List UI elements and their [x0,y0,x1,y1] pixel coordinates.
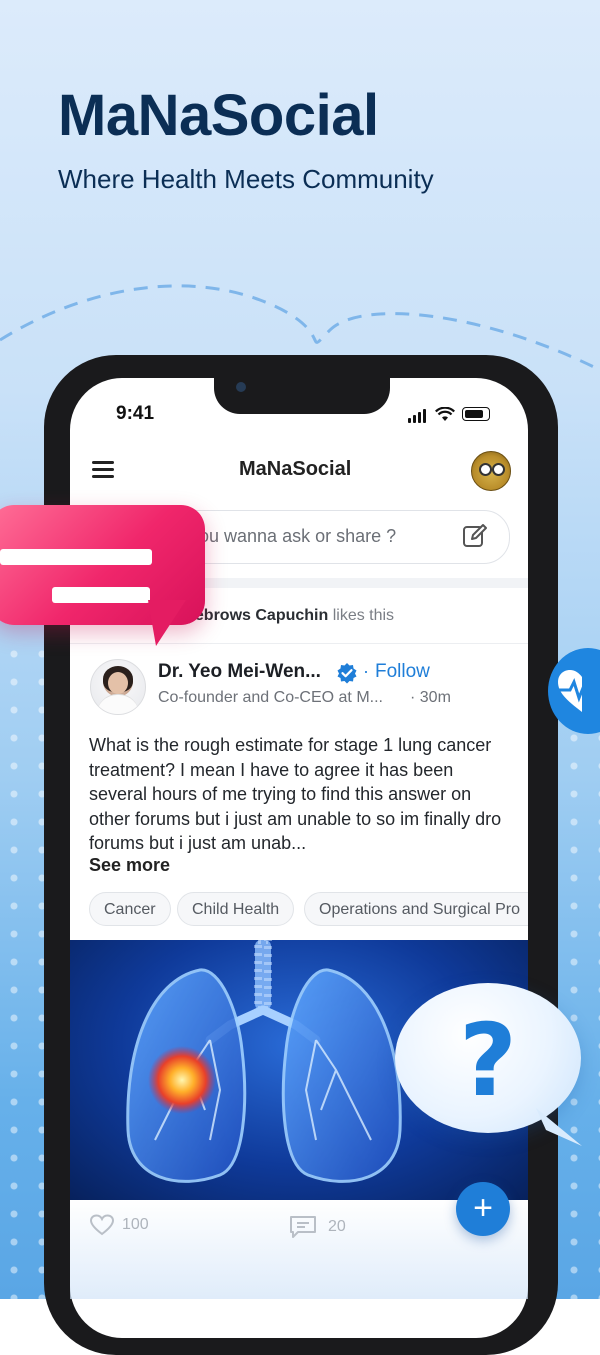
tag-chip[interactable]: Child Health [177,892,295,926]
hero-title: MaNaSocial [58,83,379,148]
comment-icon[interactable] [288,1215,318,1239]
tag-chip[interactable]: Cancer [89,892,171,926]
hamburger-icon[interactable] [92,461,114,478]
author-avatar[interactable] [90,659,146,715]
activity-action: likes this [332,607,395,624]
comment-count: 20 [328,1218,346,1235]
follow-button[interactable]: Follow [375,661,430,683]
divider [70,643,528,644]
activity-actor[interactable]: yebrows Capuchin [186,607,328,624]
user-avatar[interactable] [471,451,511,491]
camera-icon [236,382,246,392]
edit-icon[interactable] [462,523,488,549]
tag-chip[interactable]: Operations and Surgical Pro [304,892,528,926]
signal-icon [408,405,428,423]
create-post-button[interactable]: + [456,1182,510,1236]
heart-icon[interactable] [90,1214,114,1236]
question-bubble-tail [536,1108,582,1146]
activity-line: yebrows Capuchin likes this [186,607,394,625]
author-name[interactable]: Dr. Yeo Mei-Wen... [158,661,321,683]
author-title: Co-founder and Co-CEO at M... [158,689,383,706]
wifi-icon [435,406,455,421]
chat-bubble-tail [148,600,186,646]
like-count: 100 [122,1216,149,1233]
status-time: 9:41 [116,403,155,424]
post-time: · 30m [410,689,451,706]
dashed-curve-decoration [0,284,600,372]
battery-icon [462,407,490,421]
hero-subtitle: Where Health Meets Community [58,164,434,194]
question-mark-icon: ? [459,1002,518,1119]
status-icons [408,405,490,423]
post-body: What is the rough estimate for stage 1 l… [89,735,502,853]
app-title: MaNaSocial [239,458,352,480]
composer-placeholder: you wanna ask or share ? [190,526,397,546]
post-time-value: 30m [419,689,451,706]
see-more-link[interactable]: See more [89,855,170,876]
verified-badge-icon [337,663,357,684]
dot-separator: · [363,661,369,681]
